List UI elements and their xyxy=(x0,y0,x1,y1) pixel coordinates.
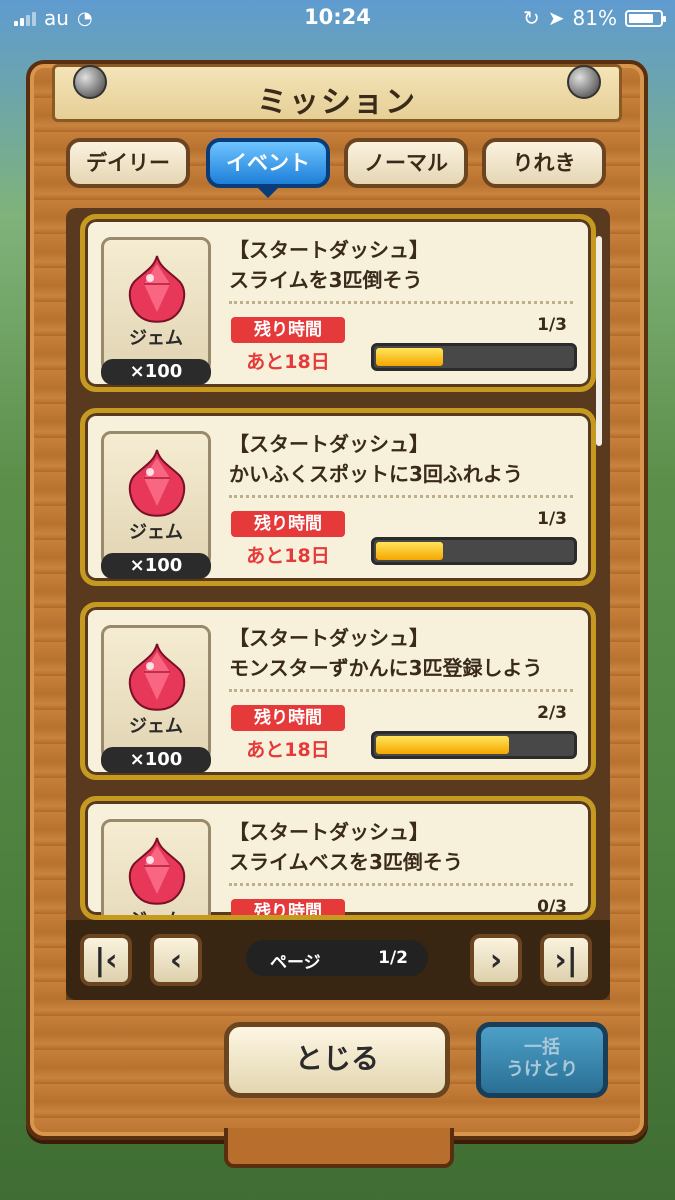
reward-name: ジェム xyxy=(129,522,183,543)
reward-box: ジェム xyxy=(101,431,211,567)
reward-name: ジェム xyxy=(104,906,208,915)
reward-box: ジェム xyxy=(101,625,211,761)
mission-card[interactable]: ジェム ×100 【スタートダッシュ】かいふくスポットに3回ふれよう 残り時間あと18… xyxy=(80,408,596,586)
progress-bar xyxy=(371,731,577,759)
gem-icon xyxy=(128,643,186,711)
progress-fill xyxy=(376,736,510,754)
divider xyxy=(229,301,573,304)
status-bar: au ◔ 10:24 ↻ ➤ 81% xyxy=(0,0,675,36)
mission-title: 【スタートダッシュ】スライムベスを3匹倒そう xyxy=(229,817,463,877)
next-page-button[interactable]: › xyxy=(470,934,522,986)
time-remaining: あと18日 xyxy=(246,351,330,373)
reward-name: ジェム xyxy=(129,716,183,737)
mission-category: 【スタートダッシュ】 xyxy=(229,626,429,650)
time-remaining-badge: 残り時間 xyxy=(231,511,345,537)
location-icon: ➤ xyxy=(547,6,565,30)
title-board: ミッション xyxy=(52,64,622,122)
reward-name: ジェム xyxy=(129,328,183,349)
mission-description: スライムを3匹倒そう xyxy=(229,268,423,292)
reward-quantity: ×100 xyxy=(101,553,211,579)
battery-percent: 81% xyxy=(572,6,617,30)
tab-normal[interactable]: ノーマル xyxy=(344,138,468,188)
mission-description: かいふくスポットに3回ふれよう xyxy=(229,462,523,486)
progress-bar xyxy=(371,537,577,565)
bulk-line2: うけとり xyxy=(506,1059,578,1080)
prev-page-button[interactable]: ‹ xyxy=(150,934,202,986)
time-remaining: あと18日 xyxy=(246,545,330,567)
mission-description: スライムベスを3匹倒そう xyxy=(229,850,463,874)
page-title: ミッション xyxy=(257,85,417,120)
page-number: 1/2 xyxy=(378,948,408,968)
time-remaining-badge: 残り時間 xyxy=(231,899,345,915)
time-remaining: あと18日 xyxy=(246,739,330,761)
progress-count: 2/3 xyxy=(537,703,567,723)
reward-quantity: ×100 xyxy=(101,359,211,385)
reward-box: ジェム xyxy=(101,237,211,373)
last-page-button[interactable]: ›| xyxy=(540,934,592,986)
progress-fill xyxy=(376,542,443,560)
first-page-button[interactable]: |‹ xyxy=(80,934,132,986)
tab-bar: デイリー イベント ノーマル りれき xyxy=(66,138,610,198)
mission-title: 【スタートダッシュ】かいふくスポットに3回ふれよう xyxy=(229,429,523,489)
divider xyxy=(229,883,573,886)
progress-count: 1/3 xyxy=(537,509,567,529)
tab-event[interactable]: イベント xyxy=(206,138,330,198)
scrollbar[interactable] xyxy=(596,236,602,446)
time-remaining-badge: 残り時間 xyxy=(231,705,345,731)
mission-title: 【スタートダッシュ】モンスターずかんに3匹登録しよう xyxy=(229,623,543,683)
bulk-line1: 一括 xyxy=(524,1037,560,1058)
gem-icon xyxy=(128,255,186,323)
mission-title: 【スタートダッシュ】 スライムを3匹倒そう xyxy=(229,235,429,295)
tab-daily[interactable]: デイリー xyxy=(66,138,190,188)
bulk-receive-button[interactable]: 一括 うけとり xyxy=(476,1022,608,1098)
mission-description: モンスターずかんに3匹登録しよう xyxy=(229,656,543,680)
page-label: ページ xyxy=(270,953,321,973)
mission-card[interactable]: ジェム ×100 【スタートダッシュ】モンスターずかんに3匹登録しよう 残り時間あと1… xyxy=(80,602,596,780)
progress-count: 0/3 xyxy=(537,897,567,917)
mission-category: 【スタートダッシュ】 xyxy=(229,238,429,262)
progress-count: 1/3 xyxy=(537,315,567,335)
lock-rotation-icon: ↻ xyxy=(523,6,540,30)
divider xyxy=(229,495,573,498)
gem-icon xyxy=(128,837,186,905)
mission-category: 【スタートダッシュ】 xyxy=(229,820,429,844)
page-indicator: ページ 1/2 xyxy=(246,940,428,976)
progress-bar xyxy=(371,343,577,371)
mission-category: 【スタートダッシュ】 xyxy=(229,432,429,456)
divider xyxy=(229,689,573,692)
time-remaining-badge: 残り時間 xyxy=(231,317,345,343)
battery-icon xyxy=(625,9,666,27)
frame-bottom-tab xyxy=(224,1128,454,1168)
close-button[interactable]: とじる xyxy=(224,1022,450,1098)
progress-fill xyxy=(376,348,443,366)
reward-box: ジェム xyxy=(101,819,211,915)
tab-history[interactable]: りれき xyxy=(482,138,606,188)
reward-quantity: ×100 xyxy=(101,747,211,773)
gem-icon xyxy=(128,449,186,517)
mission-card[interactable]: ジェム ×100 【スタートダッシュ】 スライムを3匹倒そう 残り時間 あと18日 1/3 xyxy=(80,214,596,392)
mission-card[interactable]: ジェム×100【スタートダッシュ】スライムベスを3匹倒そう残り時間あと18日0/… xyxy=(80,796,596,920)
